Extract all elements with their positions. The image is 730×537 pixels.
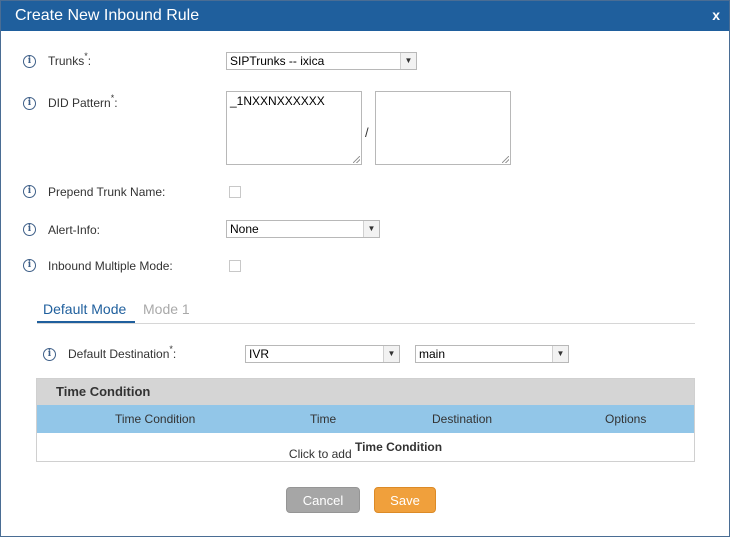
- add-time-condition-bold: Time Condition: [354, 440, 443, 454]
- create-inbound-rule-dialog: Create New Inbound Rule x i Trunks*: SIP…: [0, 0, 730, 537]
- prepend-trunk-name-label: Prepend Trunk Name:: [48, 185, 166, 199]
- label-colon: :: [114, 96, 118, 110]
- trunks-select-value: SIPTrunks -- ixica: [230, 54, 325, 68]
- info-icon[interactable]: i: [43, 348, 56, 361]
- info-icon[interactable]: i: [23, 97, 36, 110]
- add-time-condition-link[interactable]: Click to add Time Condition: [289, 440, 443, 461]
- did-pattern-strip-textarea[interactable]: [375, 91, 511, 165]
- info-icon[interactable]: i: [23, 223, 36, 236]
- close-icon[interactable]: x: [712, 7, 720, 23]
- dialog-title-bar: Create New Inbound Rule x: [1, 1, 729, 31]
- destination-target-select[interactable]: main ▼: [415, 345, 569, 363]
- column-time: Time: [310, 412, 337, 426]
- column-destination: Destination: [432, 412, 493, 426]
- chevron-down-icon[interactable]: ▼: [552, 346, 568, 362]
- column-options: Options: [605, 412, 647, 426]
- info-icon[interactable]: i: [23, 259, 36, 272]
- resize-handle-icon[interactable]: [502, 156, 509, 163]
- did-pattern-label-text: DID Pattern: [48, 96, 111, 110]
- chevron-down-icon[interactable]: ▼: [400, 53, 416, 69]
- required-marker: *: [169, 344, 173, 354]
- cancel-button[interactable]: Cancel: [286, 487, 360, 513]
- alert-info-label: Alert-Info:: [48, 223, 101, 237]
- mode-tabs: Default Mode Mode 1: [37, 299, 695, 324]
- default-destination-label: Default Destination*:: [68, 344, 177, 361]
- alert-info-select-value: None: [230, 222, 259, 236]
- required-marker: *: [84, 51, 88, 61]
- time-condition-panel: Time Condition Time Condition Time Desti…: [36, 378, 695, 462]
- inbound-multiple-mode-checkbox[interactable]: [229, 260, 241, 272]
- label-colon: :: [172, 347, 177, 361]
- trunks-label-text: Trunks: [48, 54, 85, 68]
- destination-type-value: IVR: [249, 347, 270, 361]
- active-tab-indicator: [37, 321, 135, 323]
- destination-type-select[interactable]: IVR ▼: [245, 345, 400, 363]
- did-pattern-separator: /: [365, 125, 369, 140]
- did-pattern-textarea[interactable]: _1NXXNXXXXXX: [226, 91, 362, 165]
- dialog-title: Create New Inbound Rule: [15, 7, 200, 24]
- label-colon: :: [87, 54, 92, 68]
- prepend-trunk-name-checkbox[interactable]: [229, 186, 241, 198]
- chevron-down-icon[interactable]: ▼: [383, 346, 399, 362]
- destination-target-value: main: [419, 347, 446, 361]
- time-condition-header: Time Condition: [37, 379, 694, 405]
- alert-info-select[interactable]: None ▼: [226, 220, 380, 238]
- add-time-condition-row[interactable]: Click to add Time Condition: [37, 433, 694, 461]
- did-pattern-value: _1NXXNXXXXXX: [230, 94, 325, 108]
- tab-mode-1[interactable]: Mode 1: [143, 301, 190, 317]
- default-destination-label-text: Default Destination: [68, 347, 170, 361]
- tab-default-mode[interactable]: Default Mode: [43, 301, 126, 317]
- time-condition-title: Time Condition: [56, 384, 151, 399]
- chevron-down-icon[interactable]: ▼: [363, 221, 379, 237]
- save-button[interactable]: Save: [374, 487, 436, 513]
- inbound-multiple-mode-label: Inbound Multiple Mode:: [48, 259, 173, 273]
- resize-handle-icon[interactable]: [353, 156, 360, 163]
- column-time-condition: Time Condition: [115, 412, 196, 426]
- did-pattern-label: DID Pattern*:: [48, 93, 118, 110]
- trunks-label: Trunks*:: [48, 51, 92, 68]
- required-marker: *: [110, 93, 115, 103]
- info-icon[interactable]: i: [23, 185, 36, 198]
- trunks-select[interactable]: SIPTrunks -- ixica ▼: [226, 52, 417, 70]
- info-icon[interactable]: i: [23, 55, 36, 68]
- time-condition-table-header: Time Condition Time Destination Options: [37, 405, 694, 433]
- add-time-condition-prefix: Click to add: [288, 447, 355, 461]
